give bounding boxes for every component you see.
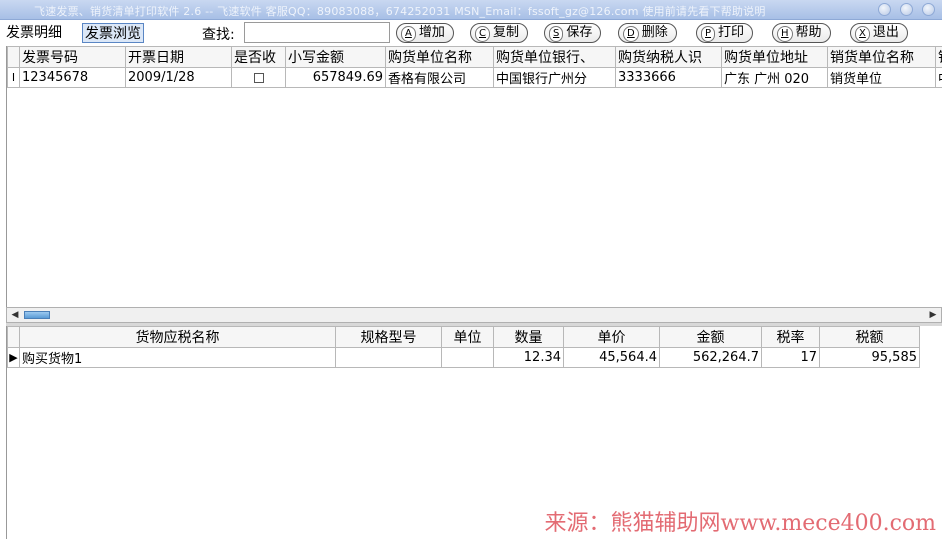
column-header-qty[interactable]: 数量	[493, 326, 564, 348]
scroll-left-icon[interactable]: ◀	[8, 309, 22, 321]
cell-spec[interactable]	[335, 347, 442, 368]
invoice-grid: 发票号码 开票日期 是否收 小写金额 购货单位名称 购货单位银行、 购货纳税人识…	[6, 46, 942, 308]
print-key: P	[701, 26, 716, 42]
cell-goods-name[interactable]: 购买货物1	[19, 347, 336, 368]
tab-invoice-details[interactable]: 发票明细	[4, 23, 64, 43]
add-label: 增加	[418, 25, 445, 40]
copy-label: 复制	[492, 25, 519, 40]
row-indicator-header	[7, 326, 20, 348]
goods-header-row: 货物应税名称 规格型号 单位 数量 单价 金额 税率 税额	[7, 326, 920, 348]
cell-unit[interactable]	[441, 347, 494, 368]
help-button[interactable]: H 帮助	[772, 23, 831, 43]
help-key: H	[777, 26, 793, 42]
find-label: 查找:	[202, 27, 235, 43]
cell-buyer-name[interactable]: 香格有限公司	[385, 67, 494, 88]
cell-date[interactable]: 2009/1/28	[125, 67, 232, 88]
cell-amount[interactable]: 562,264.7	[659, 347, 762, 368]
exit-key: X	[855, 26, 870, 42]
invoice-table: 发票号码 开票日期 是否收 小写金额 购货单位名称 购货单位银行、 购货纳税人识…	[7, 46, 942, 88]
column-header-amount[interactable]: 金额	[659, 326, 762, 348]
minimize-icon[interactable]	[878, 3, 891, 16]
column-header-invoice-no[interactable]: 发票号码	[19, 46, 126, 68]
column-header-date[interactable]: 开票日期	[125, 46, 232, 68]
save-label: 保存	[566, 25, 593, 40]
help-label: 帮助	[795, 25, 822, 40]
save-key: S	[549, 26, 564, 42]
save-button[interactable]: S 保存	[544, 23, 602, 43]
copy-button[interactable]: C 复制	[470, 23, 528, 43]
window-title: 飞速发票、销货清单打印软件 2.6 -- 飞速软件 客服QQ：89083088，…	[34, 5, 766, 18]
column-header-buyer-address[interactable]: 购货单位地址	[721, 46, 828, 68]
column-header-buyer-tax-id[interactable]: 购货纳税人识	[615, 46, 722, 68]
cell-qty[interactable]: 12.34	[493, 347, 564, 368]
table-row[interactable]: I 12345678 2009/1/28 657849.69 香格有限公司 中国…	[7, 67, 942, 88]
copy-key: C	[475, 26, 490, 42]
title-bar: 飞速发票、销货清单打印软件 2.6 -- 飞速软件 客服QQ：89083088，…	[0, 0, 942, 20]
tab-invoice-browse[interactable]: 发票浏览	[82, 23, 144, 43]
column-header-seller-name[interactable]: 销货单位名称	[827, 46, 936, 68]
cell-extra[interactable]: 中	[935, 67, 942, 88]
column-header-amount[interactable]: 小写金额	[285, 46, 386, 68]
column-header-buyer-bank[interactable]: 购货单位银行、	[493, 46, 616, 68]
column-header-spec[interactable]: 规格型号	[335, 326, 442, 348]
cell-received[interactable]	[231, 67, 286, 88]
column-header-extra[interactable]: 销	[935, 46, 942, 68]
cell-price[interactable]: 45,564.4	[563, 347, 660, 368]
column-header-price[interactable]: 单价	[563, 326, 660, 348]
invoice-header-row: 发票号码 开票日期 是否收 小写金额 购货单位名称 购货单位银行、 购货纳税人识…	[7, 46, 942, 68]
goods-table: 货物应税名称 规格型号 单位 数量 单价 金额 税率 税额 ▶ 购买货物1 12…	[7, 326, 920, 368]
cell-buyer-bank[interactable]: 中国银行广州分	[493, 67, 616, 88]
print-button[interactable]: P 打印	[696, 23, 754, 43]
row-indicator: ▶	[7, 347, 20, 368]
maximize-icon[interactable]	[900, 3, 913, 16]
delete-key: D	[623, 26, 639, 42]
cell-tax-rate[interactable]: 17	[761, 347, 820, 368]
cell-seller-name[interactable]: 销货单位	[827, 67, 936, 88]
row-indicator: I	[7, 67, 20, 88]
row-indicator-header	[7, 46, 20, 68]
column-header-received[interactable]: 是否收	[231, 46, 286, 68]
cell-invoice-no[interactable]: 12345678	[19, 67, 126, 88]
scroll-thumb[interactable]	[24, 311, 50, 319]
scroll-right-icon[interactable]: ▶	[926, 309, 940, 321]
column-header-buyer-name[interactable]: 购货单位名称	[385, 46, 494, 68]
horizontal-scrollbar[interactable]: ◀ ▶	[6, 307, 942, 323]
close-icon[interactable]	[922, 3, 935, 16]
delete-button[interactable]: D 删除	[618, 23, 677, 43]
column-header-unit[interactable]: 单位	[441, 326, 494, 348]
column-header-tax[interactable]: 税额	[819, 326, 920, 348]
cell-buyer-address[interactable]: 广东 广州 020	[721, 67, 828, 88]
cell-buyer-tax-id[interactable]: 3333666	[615, 67, 722, 88]
exit-button[interactable]: X 退出	[850, 23, 908, 43]
cell-tax[interactable]: 95,585	[819, 347, 920, 368]
print-label: 打印	[718, 25, 745, 40]
delete-label: 删除	[641, 25, 668, 40]
find-input[interactable]	[244, 22, 390, 43]
received-checkbox[interactable]	[253, 73, 264, 83]
add-button[interactable]: A 增加	[396, 23, 454, 43]
add-key: A	[401, 26, 416, 42]
column-header-tax-rate[interactable]: 税率	[761, 326, 820, 348]
toolbar: 发票明细 发票浏览 查找: A 增加 C 复制 S 保存 D 删除 P 打印 H 帮助 X退…	[0, 20, 942, 46]
cell-amount[interactable]: 657849.69	[285, 67, 386, 88]
watermark-text: 来源：熊猫辅助网www.mece400.com	[544, 511, 936, 536]
column-header-goods-name[interactable]: 货物应税名称	[19, 326, 336, 348]
table-row[interactable]: ▶ 购买货物1 12.34 45,564.4 562,264.7 17 95,5…	[7, 347, 920, 368]
exit-label: 退出	[872, 25, 899, 40]
